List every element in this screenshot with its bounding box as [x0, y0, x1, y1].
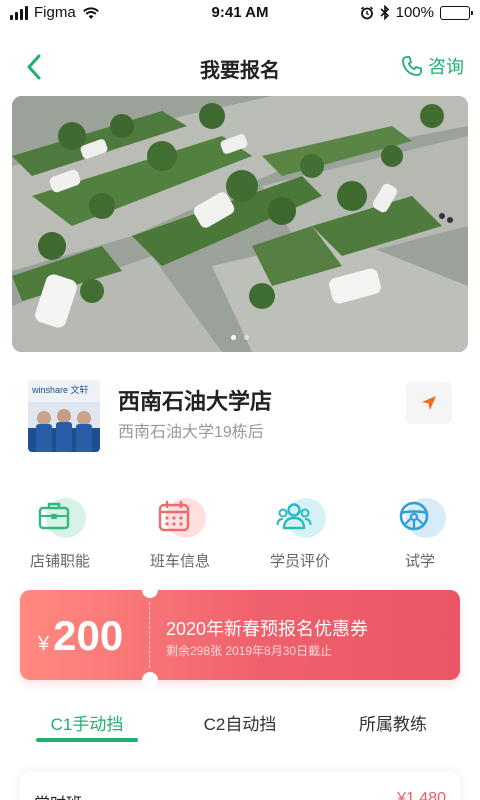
coupon-currency: ¥ — [38, 633, 50, 655]
carousel-dot[interactable] — [244, 335, 249, 340]
status-bar: Figma 9:41 AM 100% — [0, 0, 480, 28]
coupon-amount: ¥ 200 — [38, 612, 123, 660]
phone-icon — [402, 56, 422, 76]
class-price: ¥1,480 — [397, 790, 446, 800]
carousel-dots — [12, 335, 468, 340]
banner-image — [12, 96, 468, 352]
tab-c2-automatic[interactable]: C2自动挡 — [160, 710, 320, 735]
location-arrow-icon — [422, 396, 436, 410]
feature-label: 班车信息 — [149, 553, 210, 570]
store-thumb-text: winshare 文轩 — [31, 384, 89, 395]
store-name: 西南石油大学店 — [118, 389, 273, 414]
store-info: winshare 文轩 西南石油大学店 西南石油大学19栋后 — [28, 380, 454, 452]
tab-c1-manual[interactable]: C1手动挡 — [7, 710, 167, 735]
coupon-card[interactable]: ¥ 200 2020年新春预报名优惠券 剩余298张 2019年8月30日截止 — [20, 582, 460, 688]
consult-label: 咨询 — [428, 57, 464, 77]
battery-icon — [440, 5, 473, 20]
feature-trial-lesson[interactable]: 试学 — [360, 496, 480, 571]
consult-button[interactable]: 咨询 — [400, 53, 464, 79]
store-thumbnail: winshare 文轩 — [28, 380, 100, 452]
battery-percent: 100% — [395, 4, 434, 21]
coupon-title: 2020年新春预报名优惠券 — [166, 619, 369, 639]
briefcase-icon — [38, 502, 70, 530]
coupon-value: 200 — [53, 612, 124, 659]
coupon-divider — [149, 602, 150, 668]
alarm-icon — [360, 6, 373, 19]
feature-shuttle-info[interactable]: 班车信息 — [120, 496, 240, 571]
active-tab-indicator — [36, 738, 138, 742]
banner-carousel[interactable] — [12, 96, 468, 352]
feature-label: 试学 — [404, 553, 435, 570]
users-icon — [276, 503, 312, 530]
coupon-notch — [142, 672, 158, 688]
store-navigate-button[interactable] — [406, 382, 452, 424]
nav-bar: 我要报名 咨询 — [0, 44, 480, 90]
store-address: 西南石油大学19栋后 — [118, 424, 264, 441]
chevron-left-icon — [27, 54, 41, 80]
calendar-icon — [158, 501, 190, 532]
back-button[interactable] — [22, 52, 50, 82]
license-tabs: C1手动挡 C2自动挡 所属教练 — [0, 700, 480, 744]
carousel-dot[interactable] — [231, 335, 236, 340]
coupon-notch — [142, 582, 158, 598]
feature-label: 学员评价 — [269, 553, 330, 570]
class-card[interactable]: 常时班 ¥1,480 — [20, 772, 460, 800]
feature-student-reviews[interactable]: 学员评价 — [240, 496, 360, 571]
status-bar-right: 100% — [360, 4, 473, 21]
feature-grid: 店铺职能 班车信息 学员评价 试学 — [0, 496, 480, 576]
coupon-subtitle: 剩余298张 2019年8月30日截止 — [166, 644, 333, 658]
bluetooth-icon — [380, 5, 389, 20]
steering-wheel-icon — [399, 501, 429, 531]
feature-label: 店铺职能 — [29, 553, 90, 570]
feature-store-function[interactable]: 店铺职能 — [0, 496, 120, 571]
tab-coaches[interactable]: 所属教练 — [313, 710, 473, 735]
class-name: 常时班 — [34, 790, 82, 800]
